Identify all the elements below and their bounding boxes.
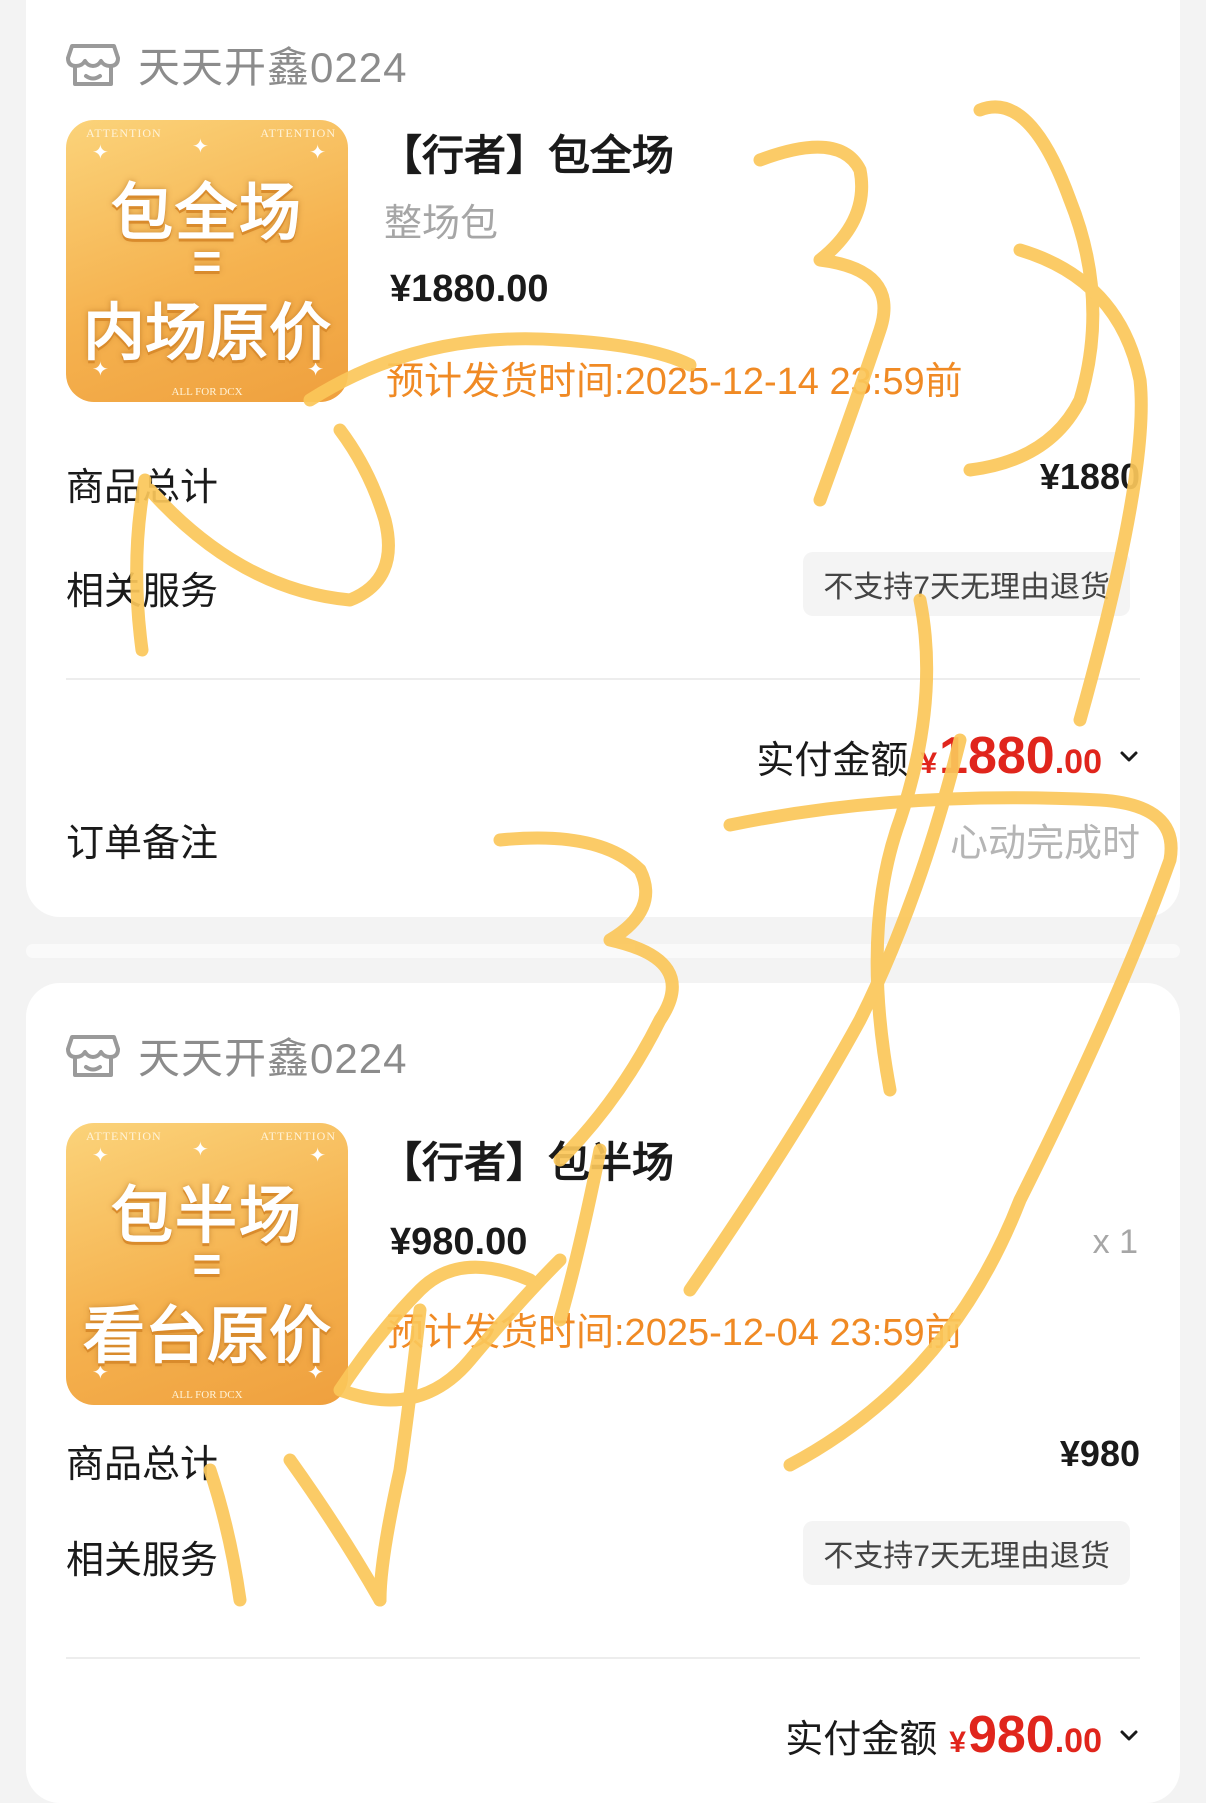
subtotal-value: ¥980 [1059,1433,1140,1474]
chevron-down-icon[interactable] [1118,745,1140,767]
shop-icon [66,1034,120,1077]
paid-amount[interactable]: 实付金额 ¥ 980 .00 [785,1705,1140,1765]
sparkle-icon: ✦ [192,1139,209,1161]
service-label: 相关服务 [66,571,219,613]
shop-header[interactable]: 天天开鑫0224 [66,1025,407,1086]
thumb-corner-text: ATTENTION [86,126,162,140]
ship-time: 预计发货时间:2025-12-14 23:59前 [386,361,963,403]
chevron-down-icon[interactable] [1118,1724,1140,1746]
product-thumbnail[interactable]: ATTENTION ATTENTION ✦ ✦ ✦ ✦ ✦ 包半场 = 看台原价… [66,1123,348,1405]
order-card: 天天开鑫0224 ATTENTION ATTENTION ✦ ✦ ✦ ✦ ✦ 包… [26,983,1180,1803]
paid-currency: ¥ [949,1726,966,1759]
thumb-line-3: 看台原价 [82,1302,331,1371]
product-price: ¥980.00 [390,1221,528,1263]
paid-integer: 1880 [939,727,1055,785]
paid-currency: ¥ [920,747,938,780]
thumb-footer: ALL FOR DCX [171,386,243,398]
product-price: ¥1880.00 [390,268,549,310]
shop-name: 天天开鑫0224 [138,1035,408,1082]
thumb-line-3: 内场原价 [82,299,331,368]
paid-label: 实付金额 [785,1719,938,1761]
subtotal-label: 商品总计 [66,467,219,509]
paid-decimal: .00 [1054,1722,1102,1760]
note-value[interactable]: 心动完成时 [950,812,1140,867]
thumb-corner-text: ATTENTION [86,1129,162,1143]
product-title[interactable]: 【行者】包半场 [380,1129,674,1190]
subtotal-value: ¥1880 [1039,456,1140,497]
card-separator [26,944,1180,958]
divider [66,1657,1140,1659]
service-tag[interactable]: 不支持7天无理由退货 [803,1521,1130,1585]
product-thumbnail[interactable]: ATTENTION ATTENTION ✦ ✦ ✦ ✦ ✦ 包全场 = 内场原价… [66,120,348,402]
sparkle-icon: ✦ [192,136,209,158]
divider [66,678,1140,680]
product-variant: 整场包 [384,203,499,245]
thumb-corner-text: ATTENTION [260,1129,336,1143]
shop-name: 天天开鑫0224 [138,44,408,91]
note-label: 订单备注 [66,823,219,865]
thumb-footer: ALL FOR DCX [171,1389,243,1401]
service-tag[interactable]: 不支持7天无理由退货 [803,552,1130,616]
paid-label: 实付金额 [756,740,909,782]
service-label: 相关服务 [66,1540,219,1582]
product-title[interactable]: 【行者】包全场 [380,122,674,183]
paid-amount[interactable]: 实付金额 ¥ 1880 .00 [756,726,1140,786]
paid-integer: 980 [967,1706,1055,1764]
thumb-corner-text: ATTENTION [260,126,336,140]
subtotal-label: 商品总计 [66,1444,219,1486]
order-card: 天天开鑫0224 ATTENTION ATTENTION ✦ ✦ ✦ ✦ ✦ 包… [26,0,1180,917]
paid-decimal: .00 [1054,743,1102,781]
product-quantity: x 1 [1092,1223,1138,1261]
shop-icon [66,43,120,86]
shop-header[interactable]: 天天开鑫0224 [66,34,407,95]
ship-time: 预计发货时间:2025-12-04 23:59前 [386,1312,963,1354]
